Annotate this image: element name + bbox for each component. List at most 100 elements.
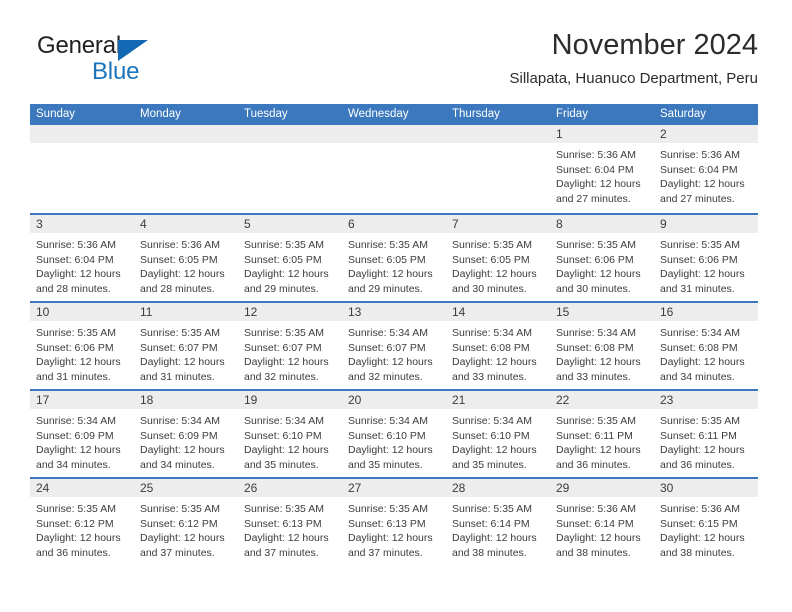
day-detail-line: and 33 minutes. bbox=[556, 370, 631, 383]
day-detail-line: Daylight: 12 hours bbox=[244, 532, 329, 544]
day-detail-line: and 37 minutes. bbox=[244, 546, 319, 559]
day-detail-line: Daylight: 12 hours bbox=[244, 444, 329, 456]
day-detail-line: and 36 minutes. bbox=[556, 458, 631, 471]
calendar-day-cell[interactable]: 20 Sunrise: 5:34 AM Sunset: 6:10 PM Dayligh… bbox=[342, 391, 446, 477]
day-detail-line: Daylight: 12 hours bbox=[36, 532, 121, 544]
calendar-week-row: 17 Sunrise: 5:34 AM Sunset: 6:09 PM Dayligh… bbox=[30, 389, 758, 477]
calendar-day-cell[interactable]: 9 Sunrise: 5:35 AM Sunset: 6:06 PM Daylight… bbox=[654, 215, 758, 301]
day-number-band: 21 bbox=[446, 391, 550, 409]
day-detail-line: Sunset: 6:08 PM bbox=[660, 341, 738, 354]
day-detail-line: Sunrise: 5:34 AM bbox=[452, 415, 532, 427]
day-detail-line: Sunset: 6:06 PM bbox=[660, 253, 738, 266]
weekday-header-saturday: Saturday bbox=[660, 108, 707, 120]
day-detail-line: and 36 minutes. bbox=[36, 546, 111, 559]
day-detail-block: Sunrise: 5:35 AM Sunset: 6:06 PM Daylight:… bbox=[30, 321, 134, 384]
day-detail-line: Sunset: 6:07 PM bbox=[244, 341, 322, 354]
day-detail-block: Sunrise: 5:35 AM Sunset: 6:07 PM Daylight:… bbox=[238, 321, 342, 384]
day-number: 2 bbox=[660, 127, 667, 141]
day-number: 19 bbox=[244, 393, 258, 407]
day-detail-block: Sunrise: 5:35 AM Sunset: 6:12 PM Daylight:… bbox=[134, 497, 238, 560]
day-detail-block: Sunrise: 5:34 AM Sunset: 6:10 PM Daylight:… bbox=[446, 409, 550, 472]
general-blue-logo[interactable]: General Blue bbox=[34, 32, 224, 90]
calendar-day-cell[interactable]: 6 Sunrise: 5:35 AM Sunset: 6:05 PM Daylight… bbox=[342, 215, 446, 301]
day-detail-line: Sunrise: 5:35 AM bbox=[348, 503, 428, 515]
day-detail-line: Sunrise: 5:34 AM bbox=[348, 415, 428, 427]
calendar-day-cell[interactable]: 22 Sunrise: 5:35 AM Sunset: 6:11 PM Dayligh… bbox=[550, 391, 654, 477]
calendar-day-cell[interactable]: 12 Sunrise: 5:35 AM Sunset: 6:07 PM Dayligh… bbox=[238, 303, 342, 389]
calendar-day-cell[interactable]: 30 Sunrise: 5:36 AM Sunset: 6:15 PM Dayligh… bbox=[654, 479, 758, 565]
day-number: 22 bbox=[556, 393, 570, 407]
calendar-day-cell[interactable]: 21 Sunrise: 5:34 AM Sunset: 6:10 PM Dayligh… bbox=[446, 391, 550, 477]
calendar-grid: Sunday Monday Tuesday Wednesday Thursday Frid… bbox=[30, 104, 758, 565]
calendar-day-cell[interactable]: 10 Sunrise: 5:35 AM Sunset: 6:06 PM Dayligh… bbox=[30, 303, 134, 389]
day-number bbox=[30, 127, 36, 141]
calendar-day-cell[interactable]: 26 Sunrise: 5:35 AM Sunset: 6:13 PM Dayligh… bbox=[238, 479, 342, 565]
weekday-header-friday: Friday bbox=[556, 108, 588, 120]
day-number-band bbox=[342, 125, 446, 143]
calendar-day-cell[interactable]: 25 Sunrise: 5:35 AM Sunset: 6:12 PM Dayligh… bbox=[134, 479, 238, 565]
page-subtitle: Sillapata, Huanuco Department, Peru bbox=[509, 70, 758, 87]
calendar-day-cell[interactable]: 4 Sunrise: 5:36 AM Sunset: 6:05 PM Daylight… bbox=[134, 215, 238, 301]
calendar-day-cell[interactable]: 28 Sunrise: 5:35 AM Sunset: 6:14 PM Dayligh… bbox=[446, 479, 550, 565]
calendar-day-cell[interactable]: 23 Sunrise: 5:35 AM Sunset: 6:11 PM Dayligh… bbox=[654, 391, 758, 477]
calendar-day-cell[interactable]: 16 Sunrise: 5:34 AM Sunset: 6:08 PM Dayligh… bbox=[654, 303, 758, 389]
calendar-day-cell[interactable]: 29 Sunrise: 5:36 AM Sunset: 6:14 PM Dayligh… bbox=[550, 479, 654, 565]
calendar-day-cell[interactable]: 8 Sunrise: 5:35 AM Sunset: 6:06 PM Daylight… bbox=[550, 215, 654, 301]
weekday-header-monday: Monday bbox=[140, 108, 181, 120]
calendar-day-cell-empty bbox=[238, 125, 342, 213]
calendar-day-cell[interactable]: 11 Sunrise: 5:35 AM Sunset: 6:07 PM Dayligh… bbox=[134, 303, 238, 389]
day-number: 12 bbox=[244, 305, 258, 319]
day-number: 1 bbox=[556, 127, 563, 141]
day-detail-line: Sunrise: 5:36 AM bbox=[660, 149, 740, 161]
day-detail-line: Sunset: 6:04 PM bbox=[36, 253, 114, 266]
day-detail-block: Sunrise: 5:34 AM Sunset: 6:07 PM Daylight:… bbox=[342, 321, 446, 384]
calendar-day-cell[interactable]: 17 Sunrise: 5:34 AM Sunset: 6:09 PM Dayligh… bbox=[30, 391, 134, 477]
day-detail-line: and 32 minutes. bbox=[348, 370, 423, 383]
day-detail-line: and 37 minutes. bbox=[140, 546, 215, 559]
day-number: 21 bbox=[452, 393, 466, 407]
day-number: 30 bbox=[660, 481, 674, 495]
day-detail-block: Sunrise: 5:34 AM Sunset: 6:10 PM Daylight:… bbox=[238, 409, 342, 472]
day-detail-line: Sunrise: 5:36 AM bbox=[556, 149, 636, 161]
day-detail-line: Daylight: 12 hours bbox=[556, 444, 641, 456]
calendar-day-cell[interactable]: 2 Sunrise: 5:36 AM Sunset: 6:04 PM Daylight… bbox=[654, 125, 758, 213]
day-number: 17 bbox=[36, 393, 50, 407]
day-detail-line: Sunrise: 5:35 AM bbox=[452, 239, 532, 251]
calendar-day-cell[interactable]: 3 Sunrise: 5:36 AM Sunset: 6:04 PM Daylight… bbox=[30, 215, 134, 301]
day-detail-line: Daylight: 12 hours bbox=[556, 268, 641, 280]
calendar-day-cell[interactable]: 5 Sunrise: 5:35 AM Sunset: 6:05 PM Daylight… bbox=[238, 215, 342, 301]
day-detail-line: Daylight: 12 hours bbox=[348, 268, 433, 280]
day-detail-line: Sunset: 6:12 PM bbox=[36, 517, 114, 530]
calendar-day-cell[interactable]: 13 Sunrise: 5:34 AM Sunset: 6:07 PM Dayligh… bbox=[342, 303, 446, 389]
day-detail-line: Daylight: 12 hours bbox=[36, 268, 121, 280]
day-detail-line: and 38 minutes. bbox=[452, 546, 527, 559]
calendar-day-cell[interactable]: 1 Sunrise: 5:36 AM Sunset: 6:04 PM Daylight… bbox=[550, 125, 654, 213]
calendar-day-cell[interactable]: 14 Sunrise: 5:34 AM Sunset: 6:08 PM Dayligh… bbox=[446, 303, 550, 389]
calendar-day-cell[interactable]: 15 Sunrise: 5:34 AM Sunset: 6:08 PM Dayligh… bbox=[550, 303, 654, 389]
calendar-day-cell[interactable]: 19 Sunrise: 5:34 AM Sunset: 6:10 PM Dayligh… bbox=[238, 391, 342, 477]
day-detail-line: and 28 minutes. bbox=[36, 282, 111, 295]
day-detail-line: and 27 minutes. bbox=[556, 192, 631, 205]
day-detail-line: Sunrise: 5:35 AM bbox=[660, 415, 740, 427]
day-number-band: 18 bbox=[134, 391, 238, 409]
day-detail-line: Daylight: 12 hours bbox=[348, 356, 433, 368]
day-number-band: 23 bbox=[654, 391, 758, 409]
calendar-day-cell[interactable]: 24 Sunrise: 5:35 AM Sunset: 6:12 PM Dayligh… bbox=[30, 479, 134, 565]
day-detail-block: Sunrise: 5:34 AM Sunset: 6:10 PM Daylight:… bbox=[342, 409, 446, 472]
weekday-header-sunday: Sunday bbox=[36, 108, 76, 120]
weekday-header-wednesday: Wednesday bbox=[348, 108, 409, 120]
day-detail-line: Sunrise: 5:34 AM bbox=[36, 415, 116, 427]
calendar-day-cell[interactable]: 7 Sunrise: 5:35 AM Sunset: 6:05 PM Daylight… bbox=[446, 215, 550, 301]
calendar-day-cell[interactable]: 27 Sunrise: 5:35 AM Sunset: 6:13 PM Dayligh… bbox=[342, 479, 446, 565]
day-detail-line: Sunrise: 5:35 AM bbox=[452, 503, 532, 515]
day-detail-block: Sunrise: 5:35 AM Sunset: 6:13 PM Daylight:… bbox=[238, 497, 342, 560]
day-number-band: 11 bbox=[134, 303, 238, 321]
day-detail-line: Daylight: 12 hours bbox=[660, 356, 745, 368]
day-detail-line: Sunrise: 5:34 AM bbox=[452, 327, 532, 339]
day-detail-line: Sunset: 6:14 PM bbox=[556, 517, 634, 530]
day-detail-line: and 31 minutes. bbox=[660, 282, 735, 295]
day-detail-line: Sunrise: 5:35 AM bbox=[36, 327, 116, 339]
day-detail-line: Sunrise: 5:35 AM bbox=[556, 415, 636, 427]
day-detail-line: Daylight: 12 hours bbox=[348, 532, 433, 544]
calendar-day-cell[interactable]: 18 Sunrise: 5:34 AM Sunset: 6:09 PM Dayligh… bbox=[134, 391, 238, 477]
